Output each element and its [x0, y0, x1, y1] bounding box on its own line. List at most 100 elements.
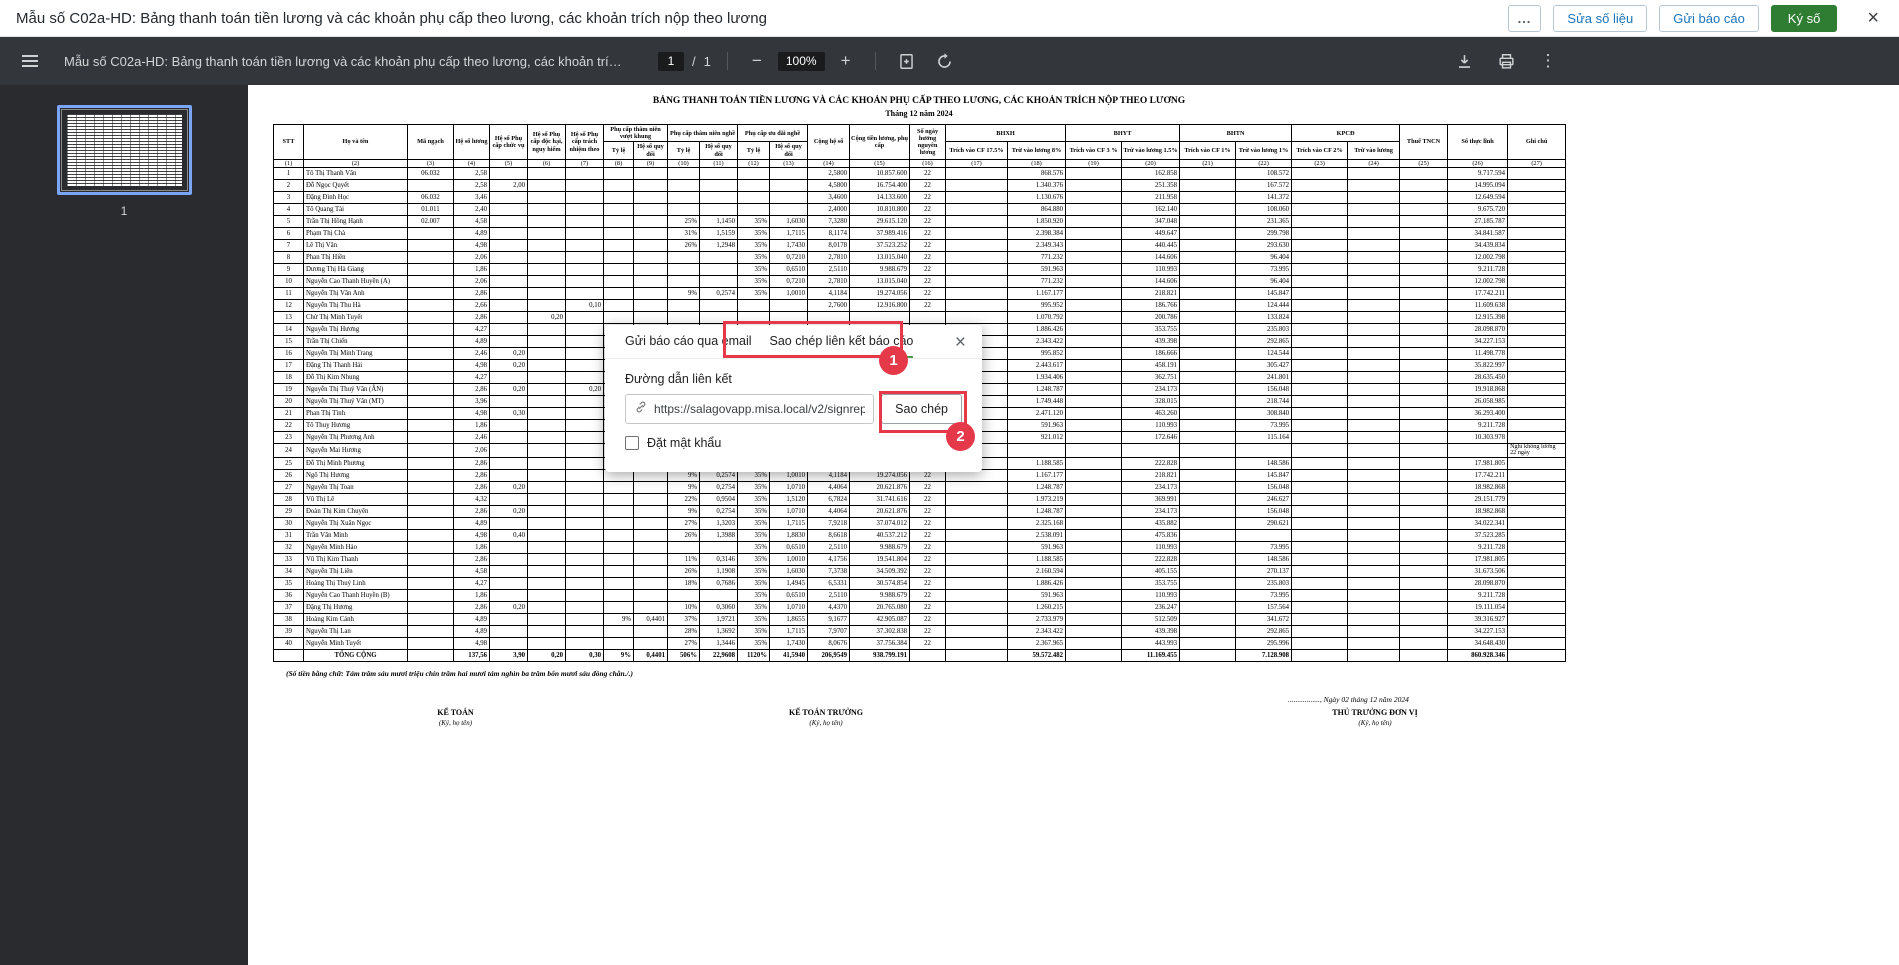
table-cell: 0,2574: [700, 287, 738, 299]
table-cell: [490, 589, 528, 601]
table-cell: 1.886.426: [1008, 323, 1066, 335]
table-cell: Nguyễn Thị Liên: [304, 565, 408, 577]
table-cell: 35%: [738, 215, 770, 227]
table-cell: 439.398: [1122, 335, 1180, 347]
table-cell: 234.173: [1122, 505, 1180, 517]
table-cell: [700, 263, 738, 275]
table-cell: [566, 359, 604, 371]
table-cell: 246.627: [1236, 493, 1292, 505]
table-cell: [738, 179, 770, 191]
signature-title: THỦ TRƯỞNG ĐƠN VỊ: [1285, 708, 1465, 717]
table-cell: 2,66: [454, 299, 490, 311]
table-cell: [490, 323, 528, 335]
table-cell: 28: [274, 493, 304, 505]
table-cell: [946, 565, 1008, 577]
table-cell: [1508, 239, 1566, 251]
table-cell: 20.765.080: [850, 601, 910, 613]
table-cell: 2,46: [454, 431, 490, 443]
tab-send-email[interactable]: Gửi báo cáo qua email: [625, 325, 752, 358]
table-cell: [700, 275, 738, 287]
table-cell: 443.993: [1122, 637, 1180, 649]
report-link-input[interactable]: https://salagovapp.misa.local/v2/signrep…: [625, 394, 874, 424]
table-cell: [408, 481, 454, 493]
table-cell: [1508, 529, 1566, 541]
table-cell: 1,7430: [770, 239, 808, 251]
table-cell: [408, 407, 454, 419]
table-cell: Phạm Thị Chà: [304, 227, 408, 239]
table-cell: 96.404: [1236, 275, 1292, 287]
table-cell: 1,6030: [770, 215, 808, 227]
table-cell: 938.799.191: [850, 649, 910, 661]
table-cell: [1180, 275, 1236, 287]
table-cell: [566, 275, 604, 287]
table-cell: 292.865: [1236, 335, 1292, 347]
table-cell: [1400, 395, 1448, 407]
table-cell: 12.002.798: [1448, 275, 1508, 287]
table-row: 32Nguyễn Minh Hảo1,8635%0,65102,51109.98…: [274, 541, 1566, 553]
table-cell: Nguyễn Thị Xuân Ngọc: [304, 517, 408, 529]
table-row: 2Đỗ Ngọc Quyết2,582,004,580016.754.40022…: [274, 179, 1566, 191]
table-cell: [490, 517, 528, 529]
table-cell: [408, 541, 454, 553]
table-cell: [770, 179, 808, 191]
more-tools-icon[interactable]: ⋮: [1533, 46, 1563, 76]
table-cell: 18.982.868: [1448, 481, 1508, 493]
table-cell: [490, 191, 528, 203]
table-cell: [1180, 167, 1236, 179]
table-cell: [1508, 577, 1566, 589]
table-cell: [408, 251, 454, 263]
table-cell: [634, 311, 668, 323]
table-cell: [490, 167, 528, 179]
table-cell: 35%: [738, 227, 770, 239]
table-cell: [634, 227, 668, 239]
table-cell: [946, 637, 1008, 649]
table-cell: 9.988.679: [850, 541, 910, 553]
zoom-out-icon[interactable]: −: [744, 48, 770, 74]
print-icon[interactable]: [1491, 46, 1521, 76]
table-cell: 141.372: [1236, 191, 1292, 203]
digital-sign-button[interactable]: Ký số: [1771, 5, 1838, 32]
table-cell: Đỗ Thị Minh Phương: [304, 457, 408, 469]
page-thumbnail[interactable]: [57, 105, 192, 195]
table-cell: [738, 299, 770, 311]
download-icon[interactable]: [1449, 46, 1479, 76]
col-header-he-so-quy-doi: Hệ số quy đổi: [634, 142, 668, 159]
table-cell: [1292, 407, 1348, 419]
table-cell: 9%: [668, 287, 700, 299]
table-cell: Đặng Đình Học: [304, 191, 408, 203]
edit-data-button[interactable]: Sửa số liệu: [1553, 5, 1647, 32]
sidebar-toggle-icon[interactable]: [14, 45, 46, 77]
table-cell: 19.918.868: [1448, 383, 1508, 395]
table-cell: [1348, 565, 1400, 577]
set-password-checkbox[interactable]: Đặt mật khẩu: [625, 436, 962, 450]
table-cell: [1180, 419, 1236, 431]
table-cell: [408, 637, 454, 649]
table-cell: 1,0010: [770, 287, 808, 299]
table-cell: [1066, 287, 1122, 299]
table-cell: [528, 263, 566, 275]
copy-link-button[interactable]: Sao chép: [881, 394, 962, 424]
more-options-button[interactable]: ...: [1508, 5, 1542, 32]
table-cell: 1,6030: [770, 565, 808, 577]
table-cell: 4,89: [454, 517, 490, 529]
table-cell: 0,2754: [700, 481, 738, 493]
table-cell: 591.963: [1008, 541, 1066, 553]
table-cell: 35%: [738, 287, 770, 299]
table-cell: 28.635.450: [1448, 371, 1508, 383]
zoom-in-icon[interactable]: +: [833, 48, 859, 74]
send-report-button[interactable]: Gửi báo cáo: [1659, 5, 1759, 32]
table-cell: 4,4370: [808, 601, 850, 613]
table-cell: 16: [274, 347, 304, 359]
tab-copy-link[interactable]: Sao chép liên kết báo cáo: [770, 325, 914, 358]
table-cell: 26.058.985: [1448, 395, 1508, 407]
rotate-page-icon[interactable]: [930, 46, 960, 76]
dialog-close-icon[interactable]: ×: [949, 330, 972, 356]
table-row: 6Phạm Thị Chà4,8931%1,515935%1,71158,117…: [274, 227, 1566, 239]
fit-page-icon[interactable]: [892, 46, 922, 76]
table-cell: [1348, 239, 1400, 251]
table-cell: [566, 419, 604, 431]
page-number-input[interactable]: 1: [658, 52, 684, 71]
close-window-icon[interactable]: ×: [1861, 6, 1885, 30]
table-cell: 22: [910, 553, 946, 565]
viewer-workspace: 1 BẢNG THANH TOÁN TIỀN LƯƠNG VÀ CÁC KHOẢ…: [0, 85, 1899, 965]
